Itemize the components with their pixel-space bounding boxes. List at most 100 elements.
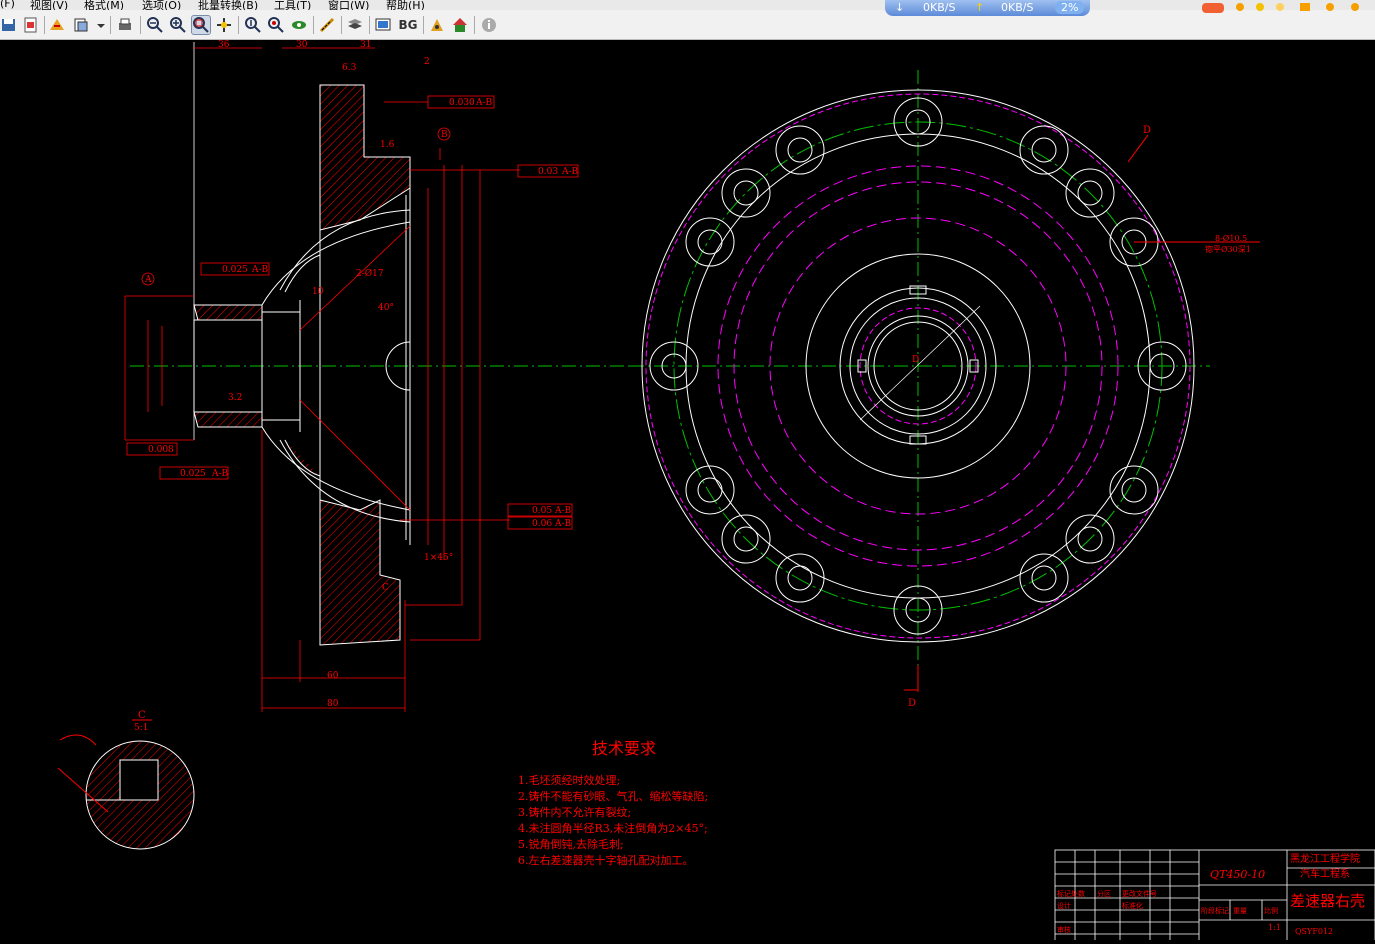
menu-options[interactable]: 选项(O) — [142, 0, 181, 10]
title-school: 黑龙江工程学院 — [1290, 852, 1360, 865]
dim-10: 10 — [312, 287, 324, 297]
layers-icon[interactable] — [346, 16, 364, 34]
tol-frame-6-value: 0.05 — [532, 506, 552, 516]
tb-label-weight: 重量 — [1233, 907, 1247, 915]
datum-a: A — [144, 275, 152, 285]
zoom-realtime-icon[interactable] — [244, 16, 262, 34]
dim-31: 31 — [360, 40, 371, 50]
tech-req-title: 技术要求 — [592, 739, 656, 758]
export-icon[interactable] — [22, 16, 40, 34]
roughness-16: 1.6 — [380, 140, 395, 150]
roughness-63: 6.3 — [342, 63, 357, 73]
tb-label-marks: 标记处数 — [1057, 889, 1085, 898]
title-part-name: 差速器右壳 — [1290, 892, 1365, 910]
title-dept: 汽车工程系 — [1300, 867, 1350, 880]
detail-c-label: C — [138, 710, 146, 721]
roughness-32: 3.2 — [228, 393, 242, 403]
save-icon[interactable] — [0, 16, 18, 34]
tol-frame-1-value: 0.030 — [449, 98, 475, 108]
menu-window[interactable]: 窗口(W) — [328, 0, 369, 10]
network-monitor: ↓ 0KB/S ↑ 0KB/S 2% — [885, 0, 1090, 16]
tech-req-2: 2.铸件不能有砂眼、气孔、缩松等缺陷; — [518, 789, 708, 803]
cpu-usage: 2% — [1055, 1, 1085, 14]
hole-callout-2: 锪平Ø30深1 — [1205, 244, 1251, 254]
chamfer-note: 1×45° — [424, 553, 453, 563]
tol-frame-2-value: 0.03 — [538, 167, 558, 177]
title-block: QT450-10 黑龙江工程学院 汽车工程系 差速器右壳 QSYF012 1:1… — [1054, 849, 1375, 943]
angle-note: 40° — [378, 303, 394, 313]
tech-req-3: 3.铸件内不允许有裂纹; — [518, 805, 631, 819]
toolbar: BG — [0, 10, 1375, 40]
datum-b: B — [441, 130, 448, 140]
menu-help[interactable]: 帮助(H) — [386, 0, 425, 10]
hole-callout-1: 8-Ø10.5 — [1215, 234, 1247, 243]
zoom-in-icon[interactable] — [169, 16, 187, 34]
tb-label-change: 更改文件号 — [1122, 889, 1157, 898]
chevron-down-icon[interactable] — [92, 16, 105, 34]
tol-frame-1-ref: A-B — [475, 98, 493, 108]
section-label-c: C — [382, 583, 389, 593]
section-view: 60 80 36 30 31 2 1×45° 0.030 A-B 0.03 A-… — [124, 40, 640, 712]
download-arrow-icon: ↓ — [895, 1, 905, 14]
home-icon[interactable] — [451, 16, 469, 34]
section-d-top: D — [1143, 125, 1151, 136]
dim-30: 30 — [296, 40, 308, 50]
tb-label-zone: 分区 — [1097, 889, 1111, 898]
menu-file[interactable]: (F) — [0, 0, 15, 10]
print-icon[interactable] — [116, 16, 134, 34]
view-eye-icon[interactable] — [290, 16, 308, 34]
info-icon[interactable] — [480, 16, 498, 34]
tol-frame-5-value: 0.025 — [180, 469, 206, 479]
tb-label-design: 设计 — [1057, 901, 1071, 910]
title-code: QSYF012 — [1295, 927, 1333, 936]
detail-c-scale: 5:1 — [134, 723, 148, 733]
background-toggle-button[interactable]: BG — [397, 16, 419, 34]
tol-frame-2-ref: A-B — [561, 167, 579, 177]
tech-req-1: 1.毛坯须经时效处理; — [518, 773, 620, 787]
measure-icon[interactable] — [318, 16, 336, 34]
menu-bar: (F) 视图(V) 格式(M) 选项(O) 批量转换(B) 工具(T) 窗口(W… — [0, 0, 1375, 10]
menu-format[interactable]: 格式(M) — [84, 0, 124, 10]
technical-requirements: 技术要求 1.毛坯须经时效处理; 2.铸件不能有砂眼、气孔、缩松等缺陷; 3.铸… — [518, 739, 708, 867]
download-speed: 0KB/S — [923, 1, 956, 14]
tb-label-review: 审核 — [1057, 925, 1071, 934]
menu-batch-convert[interactable]: 批量转换(B) — [198, 0, 258, 10]
detail-c: C 5:1 — [57, 710, 195, 850]
tol-frame-7-value: 0.06 — [532, 519, 552, 529]
menu-tools[interactable]: 工具(T) — [274, 0, 311, 10]
layer-icon[interactable] — [72, 16, 90, 34]
cad-drawing[interactable]: 60 80 36 30 31 2 1×45° 0.030 A-B 0.03 A-… — [0, 40, 1375, 943]
tech-req-6: 6.左右差速器壳十字轴孔配对加工。 — [518, 853, 694, 867]
pan-icon[interactable] — [215, 16, 233, 34]
tol-frame-3-value: 0.025 — [222, 265, 248, 275]
convert-icon[interactable] — [48, 16, 66, 34]
tech-req-4: 4.未注圆角半径R3,未注倒角为2×45°; — [518, 821, 708, 835]
tb-label-stage: 阶段标记 — [1201, 906, 1229, 915]
tol-frame-7-ref: A-B — [554, 519, 572, 529]
front-view: D D D 8-Ø10.5 锪平Ø30深1 — [630, 70, 1260, 709]
zoom-out-icon[interactable] — [146, 16, 164, 34]
dim-60: 60 — [327, 671, 339, 681]
title-material: QT450-10 — [1210, 868, 1265, 881]
title-scale: 1:1 — [1268, 923, 1281, 932]
section-d-bottom: D — [908, 698, 916, 709]
drawing-canvas[interactable]: 60 80 36 30 31 2 1×45° 0.030 A-B 0.03 A-… — [0, 40, 1375, 943]
zoom-window-icon[interactable] — [191, 15, 211, 35]
settings-icon[interactable] — [428, 16, 446, 34]
tol-frame-3-ref: A-B — [251, 265, 269, 275]
tb-label-standard: 标准化 — [1122, 901, 1143, 910]
tol-frame-4-value: 0.008 — [148, 445, 174, 455]
zoom-extents-icon[interactable] — [267, 16, 285, 34]
section-d-center: D — [912, 355, 919, 365]
holes-note: 2-Ø17 — [356, 268, 384, 279]
tech-req-5: 5.锐角倒钝,去除毛刺; — [518, 837, 624, 851]
menu-view[interactable]: 视图(V) — [30, 0, 68, 10]
screen-icon[interactable] — [374, 16, 392, 34]
tol-frame-6-ref: A-B — [554, 506, 572, 516]
ime-toolbar[interactable] — [1200, 0, 1375, 13]
upload-arrow-icon: ↑ — [975, 1, 985, 14]
tol-frame-5-ref: A-B — [211, 469, 229, 479]
tb-label-scale: 比例 — [1264, 906, 1278, 915]
dim-2: 2 — [424, 57, 430, 67]
dim-36: 36 — [218, 40, 230, 50]
